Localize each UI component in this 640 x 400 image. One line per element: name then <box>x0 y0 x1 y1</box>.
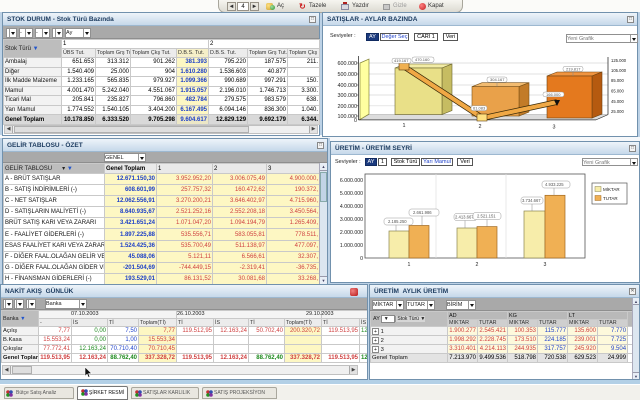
svg-text:105.000: 105.000 <box>611 68 627 73</box>
svg-text:200.000: 200.000 <box>338 104 358 110</box>
svg-text:2.521.151: 2.521.151 <box>477 214 496 219</box>
svg-text:500.000: 500.000 <box>338 72 358 78</box>
svg-text:1.000.000: 1.000.000 <box>340 243 363 249</box>
svg-text:5.000.000: 5.000.000 <box>340 191 363 197</box>
svg-text:3: 3 <box>553 125 556 131</box>
svg-text:2: 2 <box>479 124 482 130</box>
svg-text:2.000.000: 2.000.000 <box>340 230 363 236</box>
svg-text:125.000: 125.000 <box>611 58 627 63</box>
svg-text:2.185.250: 2.185.250 <box>388 219 407 224</box>
svg-text:4.000.000: 4.000.000 <box>340 204 363 210</box>
svg-text:166.000: 166.000 <box>546 92 561 97</box>
svg-text:400.000: 400.000 <box>338 83 358 89</box>
svg-text:2.413.667: 2.413.667 <box>455 215 474 220</box>
svg-text:219.817: 219.817 <box>566 66 581 71</box>
svg-text:600.000: 600.000 <box>338 61 358 67</box>
svg-text:2: 2 <box>476 262 479 268</box>
svg-text:0: 0 <box>360 256 363 262</box>
svg-text:6.000.000: 6.000.000 <box>340 178 363 184</box>
svg-text:4.933.225: 4.933.225 <box>545 182 564 187</box>
svg-text:3.734.667: 3.734.667 <box>522 198 541 203</box>
svg-text:1: 1 <box>403 123 406 129</box>
svg-text:304.167: 304.167 <box>490 77 505 82</box>
svg-text:1: 1 <box>408 262 411 268</box>
svg-text:45.000: 45.000 <box>611 99 624 104</box>
svg-text:419.167: 419.167 <box>394 58 409 63</box>
svg-text:TUTAR: TUTAR <box>603 196 618 201</box>
svg-text:85.000: 85.000 <box>611 78 624 83</box>
svg-text:470.160: 470.160 <box>415 57 430 62</box>
svg-text:300.000: 300.000 <box>338 93 358 99</box>
svg-text:MİKTAR: MİKTAR <box>603 186 620 192</box>
svg-text:25.000: 25.000 <box>611 109 624 114</box>
svg-text:65.000: 65.000 <box>611 89 624 94</box>
svg-text:61.083: 61.083 <box>473 106 486 111</box>
svg-text:3.000.000: 3.000.000 <box>340 217 363 223</box>
svg-text:3: 3 <box>544 262 547 268</box>
svg-text:0: 0 <box>354 118 357 124</box>
svg-text:2.661.986: 2.661.986 <box>413 210 432 215</box>
